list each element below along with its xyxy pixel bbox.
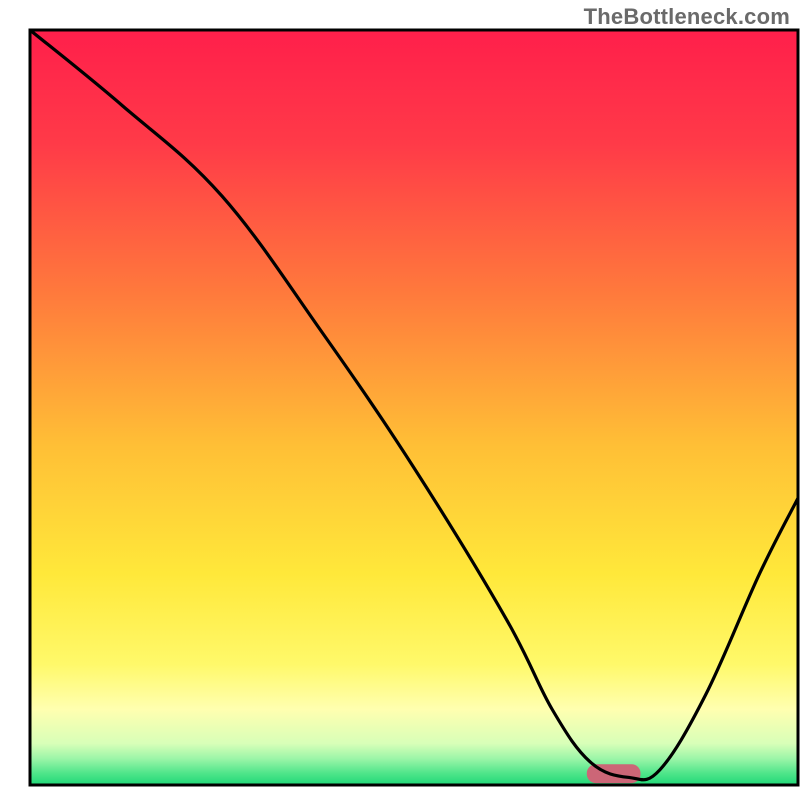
gradient-background <box>30 30 798 785</box>
chart-svg <box>0 0 800 800</box>
bottleneck-chart: TheBottleneck.com <box>0 0 800 800</box>
watermark-text: TheBottleneck.com <box>584 4 790 30</box>
